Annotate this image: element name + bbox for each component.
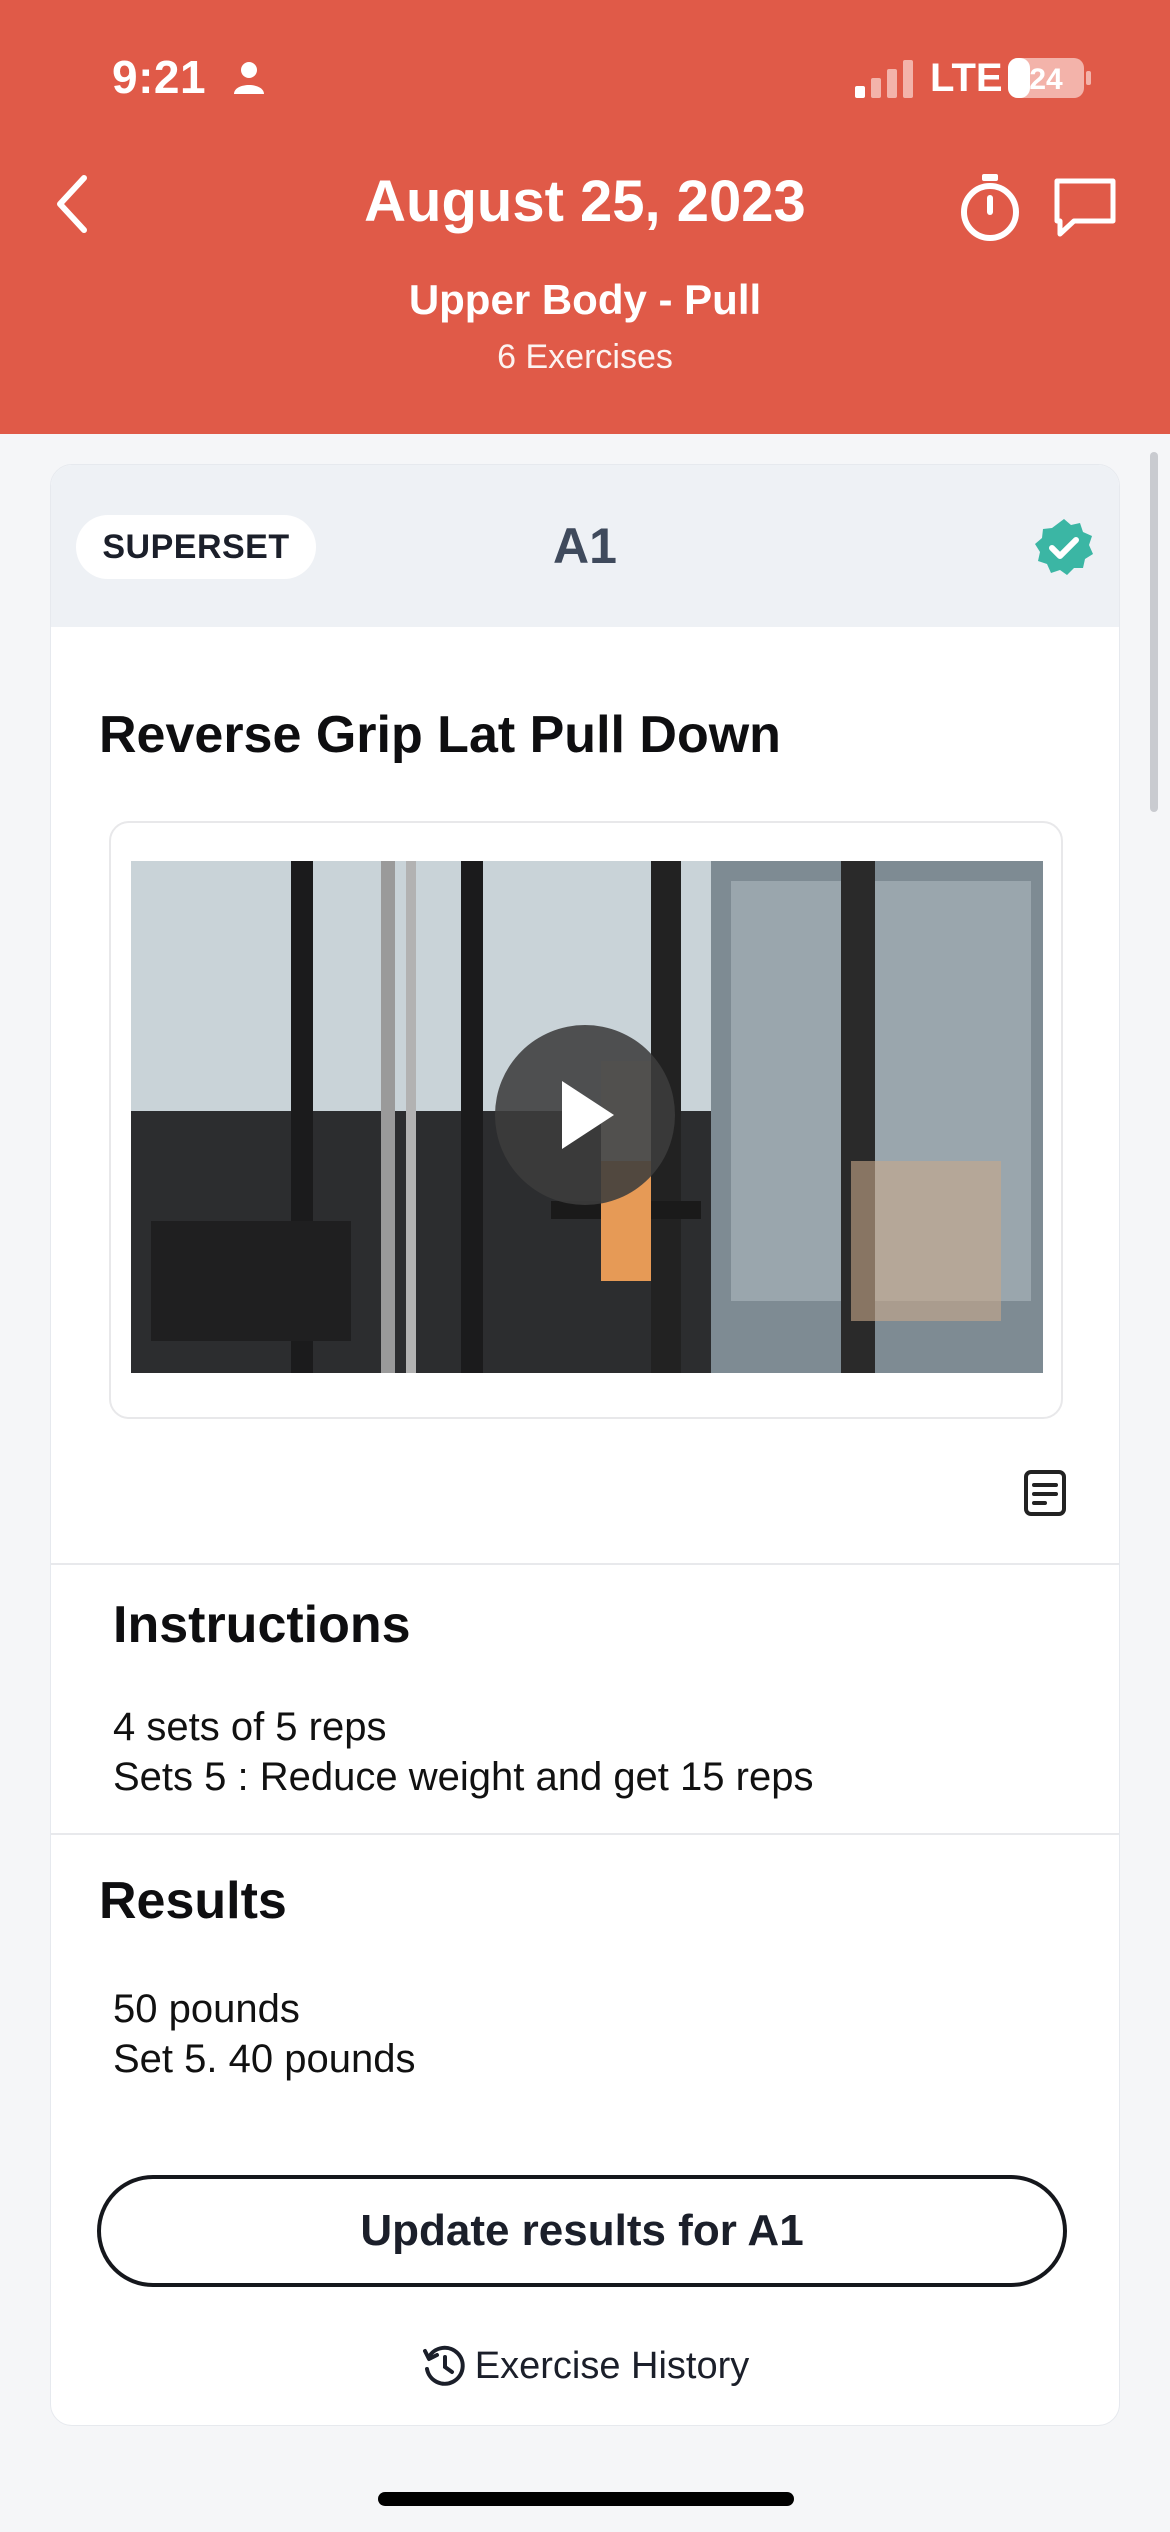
battery-icon: 24 <box>1008 58 1091 98</box>
chat-icon[interactable] <box>1052 176 1118 238</box>
status-time: 9:21 <box>112 51 207 103</box>
exercise-count: 6 Exercises <box>497 338 673 376</box>
play-icon <box>562 1081 614 1149</box>
divider <box>51 1563 1119 1565</box>
exercise-video[interactable] <box>131 861 1043 1373</box>
divider <box>51 1833 1119 1835</box>
person-icon <box>234 62 264 94</box>
play-button[interactable] <box>495 1025 675 1205</box>
battery-level: 24 <box>1029 63 1063 96</box>
home-indicator[interactable] <box>378 2492 794 2506</box>
results-heading: Results <box>99 1872 287 1930</box>
workout-name: Upper Body - Pull <box>408 276 762 323</box>
note-icon[interactable] <box>1023 1469 1067 1517</box>
exercise-title: Reverse Grip Lat Pull Down <box>99 706 781 764</box>
signal-icon <box>855 60 913 98</box>
instructions-heading: Instructions <box>113 1596 411 1654</box>
instruction-line: 4 sets of 5 reps <box>113 1705 387 1749</box>
instruction-line: Sets 5 : Reduce weight and get 15 reps <box>113 1755 814 1799</box>
check-badge-icon <box>1035 519 1093 575</box>
exercise-card: SUPERSET A1 Reverse Grip Lat Pull Down I… <box>50 464 1120 2426</box>
timer-icon[interactable] <box>958 172 1022 242</box>
result-line: 50 pounds <box>113 1987 300 2031</box>
network-label: LTE <box>930 56 1003 100</box>
update-results-button[interactable]: Update results for A1 <box>97 2175 1067 2287</box>
card-header: SUPERSET A1 <box>51 465 1119 627</box>
exercise-history-label: Exercise History <box>474 2344 750 2387</box>
exercise-history-link[interactable]: Exercise History <box>51 2343 1119 2389</box>
history-icon <box>422 2345 465 2386</box>
header: 9:21 LTE 24 August 25, 2023 Upper Body -… <box>0 0 1170 434</box>
scrollbar[interactable] <box>1150 452 1158 812</box>
video-frame <box>109 821 1063 1419</box>
group-label: A1 <box>553 518 617 574</box>
result-line: Set 5. 40 pounds <box>113 2037 416 2081</box>
